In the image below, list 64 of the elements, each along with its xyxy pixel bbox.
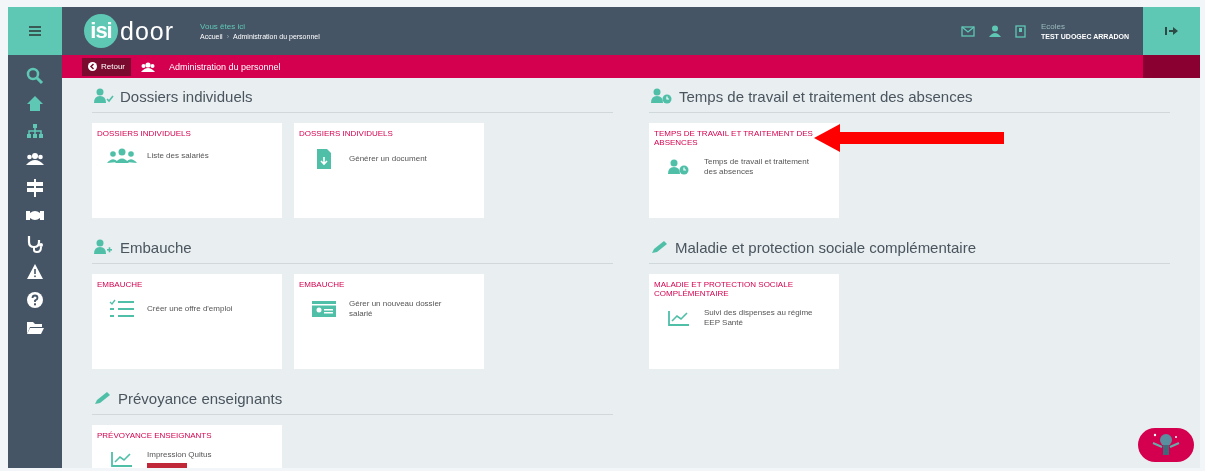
user-role: Ecoles — [1040, 22, 1066, 31]
tile-label: Générer un document — [349, 154, 427, 164]
section-title: Embauche — [120, 238, 192, 256]
tile-label: Gérer un nouveau dossier salarié — [349, 299, 443, 319]
section-title: Maladie et protection sociale complémentaire — [675, 238, 976, 256]
pencil-icon — [651, 240, 669, 254]
user-clock-icon — [668, 159, 690, 175]
tile-card[interactable]: MALADIE ET PROTECTION SOCIALE COMPLÉMENTAIRE Suivi des dispenses au régime EEP Santé — [649, 274, 839, 369]
tile-label: Liste des salariés — [147, 151, 209, 161]
user-plus-icon — [94, 239, 114, 255]
user-icon[interactable] — [988, 25, 1001, 37]
home-icon — [26, 95, 44, 113]
search-icon — [26, 67, 44, 85]
warning-icon — [26, 263, 44, 281]
section-title: Dossiers individuels — [120, 87, 253, 105]
book-icon[interactable] — [1014, 24, 1026, 38]
tile-category: DOSSIERS INDIVIDUELS — [299, 129, 394, 138]
back-arrow-icon — [88, 62, 97, 71]
chatbot-button[interactable] — [1138, 428, 1194, 462]
tile-card[interactable]: EMBAUCHE Gérer un nouveau dossier salarié — [294, 274, 484, 369]
tile-card[interactable]: PRÉVOYANCE ENSEIGNANTS Impression Quitus — [92, 425, 282, 468]
back-button[interactable]: Retour — [82, 57, 131, 76]
signpost-icon — [26, 179, 44, 197]
tile-card[interactable]: TEMPS DE TRAVAIL ET TRAITEMENT DES ABSENCES Temps de travail et traitement des absences — [649, 123, 839, 218]
group-icon — [107, 148, 137, 164]
sidebar-item[interactable] — [24, 65, 46, 87]
tile-category: MALADIE ET PROTECTION SOCIALE COMPLÉMENTAIRE — [654, 280, 794, 298]
menu-button[interactable] — [8, 7, 62, 55]
tile-label: Créer une offre d'emploi — [147, 304, 233, 314]
logo[interactable]: isi door — [84, 14, 175, 48]
group-icon — [141, 61, 155, 72]
tile-card[interactable]: EMBAUCHE Créer une offre d'emploi — [92, 274, 282, 369]
pencil-icon — [94, 391, 112, 405]
user-check-icon — [94, 88, 114, 104]
page-title: Administration du personnel — [169, 61, 281, 72]
tile-category: EMBAUCHE — [97, 280, 144, 289]
mail-icon[interactable] — [960, 25, 975, 37]
tile-label: Impression Quitus — [147, 450, 212, 460]
section-title: Prévoyance enseignants — [118, 389, 283, 407]
tile-card[interactable]: DOSSIERS INDIVIDUELS Générer un document — [294, 123, 484, 218]
section-title: Temps de travail et traitement des absences — [679, 87, 973, 105]
menu-icon — [29, 26, 41, 36]
logout-icon — [1165, 26, 1178, 36]
help-icon — [26, 291, 44, 309]
sub-header-end — [1143, 55, 1200, 78]
tile-category: PRÉVOYANCE ENSEIGNANTS — [97, 431, 213, 440]
tile-category: DOSSIERS INDIVIDUELS — [97, 129, 192, 138]
tile-category: EMBAUCHE — [299, 280, 346, 289]
org-chart-icon — [26, 123, 44, 141]
breadcrumb-label: Vous êtes ici — [200, 22, 246, 31]
line-chart-icon — [111, 451, 133, 467]
document-icon — [316, 148, 332, 170]
folder-icon — [26, 319, 44, 337]
checklist-icon — [109, 299, 135, 319]
user-clock-icon — [651, 88, 673, 104]
line-chart-icon — [668, 310, 690, 326]
tile-label: Temps de travail et traitement des absences — [704, 157, 810, 177]
sidebar-item[interactable] — [24, 177, 46, 199]
tile-card[interactable]: DOSSIERS INDIVIDUELS Liste des salariés — [92, 123, 282, 218]
tile-label: Suivi des dispenses au régime EEP Santé — [704, 308, 814, 328]
stethoscope-icon — [26, 235, 44, 253]
sidebar-item[interactable] — [24, 289, 46, 311]
id-card-icon — [311, 300, 337, 318]
tile-category: TEMPS DE TRAVAIL ET TRAITEMENT DES ABSENCES — [654, 129, 814, 147]
